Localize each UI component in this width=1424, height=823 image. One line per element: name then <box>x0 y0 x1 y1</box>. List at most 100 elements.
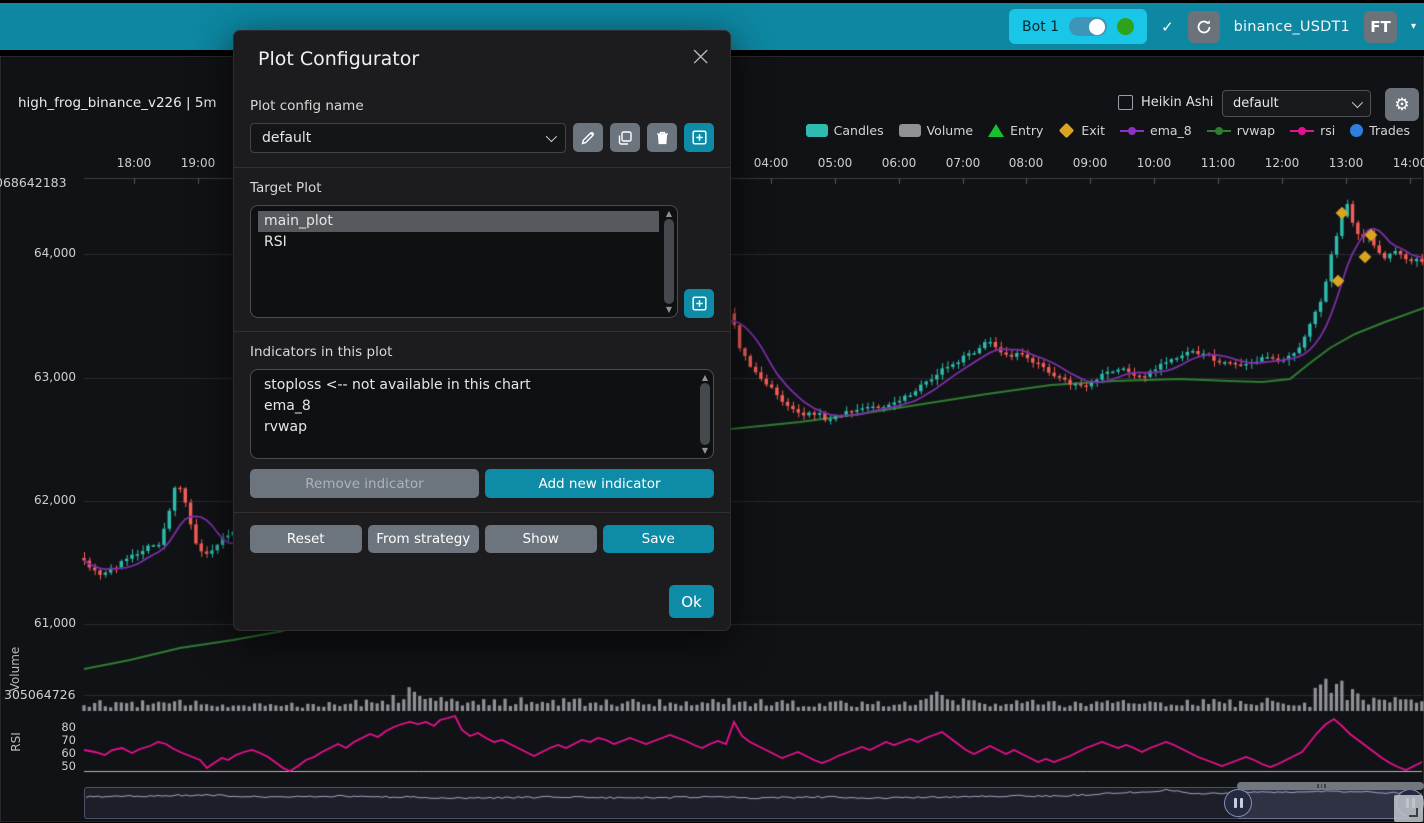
exit-diamond-icon <box>1059 123 1075 139</box>
candles-swatch-icon <box>806 124 828 137</box>
x-axis-label: 05:00 <box>810 156 860 170</box>
plot-config-select[interactable]: default <box>1222 90 1371 117</box>
legend-item-rvwap[interactable]: rvwap <box>1207 123 1275 138</box>
y-axis-label: 64,000 <box>0 246 76 260</box>
scrollbar-grip <box>1317 784 1326 788</box>
x-axis-label: 08:00 <box>1001 156 1051 170</box>
axis-corner-value: 068642183 <box>0 175 67 190</box>
list-item[interactable]: stoploss <-- not available in this chart <box>258 375 695 396</box>
rename-config-button[interactable] <box>573 123 603 152</box>
show-button[interactable]: Show <box>485 525 597 553</box>
x-axis-label: 14:00 <box>1385 156 1424 170</box>
legend-label: rvwap <box>1237 123 1275 138</box>
legend-item-volume[interactable]: Volume <box>899 123 974 138</box>
x-axis-label: 11:00 <box>1193 156 1243 170</box>
toggle-knob <box>1089 19 1105 35</box>
legend-item-exit[interactable]: Exit <box>1058 123 1105 138</box>
legend-item-trades[interactable]: Trades <box>1350 123 1410 138</box>
trash-icon <box>656 131 669 145</box>
ema_8-line-icon <box>1120 124 1144 137</box>
chevron-down-icon <box>546 131 557 142</box>
list-item[interactable]: ema_8 <box>258 396 695 417</box>
x-axis-label: 13:00 <box>1321 156 1371 170</box>
copy-icon <box>618 131 632 145</box>
duplicate-config-button[interactable] <box>610 123 640 152</box>
list-item[interactable]: main_plot <box>258 211 659 232</box>
bot-online-indicator <box>1117 18 1134 35</box>
add-config-button[interactable] <box>684 123 714 152</box>
app-root: Bot 1 ✓ binance_USDT1 FT ▾ high_frog_bin… <box>0 0 1424 823</box>
list-item[interactable]: RSI <box>258 232 659 253</box>
legend-label: Exit <box>1081 123 1105 138</box>
x-axis-label: 04:00 <box>746 156 796 170</box>
ok-button[interactable]: Ok <box>669 585 714 618</box>
reload-button[interactable] <box>1188 11 1220 43</box>
add-subplot-button[interactable] <box>684 289 714 318</box>
legend-label: Volume <box>927 123 974 138</box>
legend-item-entry[interactable]: Entry <box>988 123 1043 138</box>
plot-config-select-value: default <box>1233 96 1279 111</box>
x-axis-label: 19:00 <box>173 156 223 170</box>
plot-settings-button[interactable]: ⚙ <box>1385 88 1419 121</box>
ft-logo-button[interactable]: FT <box>1364 11 1397 43</box>
remove-indicator-button[interactable]: Remove indicator <box>250 469 479 498</box>
target-plot-listbox[interactable]: main_plotRSI ▲▼ <box>250 205 678 318</box>
target-plot-label: Target Plot <box>250 180 714 196</box>
legend-label: rsi <box>1320 123 1335 138</box>
save-button[interactable]: Save <box>603 525 715 553</box>
check-icon[interactable]: ✓ <box>1161 18 1174 36</box>
rvwap-line-icon <box>1207 124 1231 137</box>
rsi-line-icon <box>1290 124 1314 137</box>
chevron-down-icon <box>1352 96 1363 107</box>
bot-name-label: Bot 1 <box>1022 19 1059 35</box>
trades-circle-icon <box>1350 124 1363 137</box>
plus-square-icon <box>692 130 707 145</box>
plot-configurator-modal: Plot Configurator × Plot config name def… <box>233 30 731 631</box>
bot-toggle[interactable] <box>1069 17 1107 36</box>
y-axis-label: 63,000 <box>0 370 76 384</box>
reload-icon <box>1196 19 1212 35</box>
indicators-label: Indicators in this plot <box>250 344 714 360</box>
legend-label: ema_8 <box>1150 123 1192 138</box>
legend-item-rsi[interactable]: rsi <box>1290 123 1335 138</box>
x-axis-label: 10:00 <box>1129 156 1179 170</box>
horizontal-scrollbar[interactable] <box>1237 782 1424 790</box>
legend-item-candles[interactable]: Candles <box>806 123 884 138</box>
chevron-down-icon[interactable]: ▾ <box>1411 21 1416 32</box>
list-item[interactable]: rvwap <box>258 417 695 438</box>
rsi-axis-label: 80 <box>0 720 76 734</box>
legend-item-ema_8[interactable]: ema_8 <box>1120 123 1192 138</box>
datazoom-selected-window[interactable] <box>1238 787 1410 819</box>
legend-label: Trades <box>1369 123 1410 138</box>
chart-legend: Candles Volume Entry Exit ema_8 rvwap rsi Trade… <box>806 123 1410 138</box>
close-icon[interactable]: × <box>689 43 712 70</box>
rsi-axis-label: 50 <box>0 759 76 773</box>
datazoom-left-handle[interactable] <box>1224 789 1252 817</box>
x-axis-label: 18:00 <box>109 156 159 170</box>
listbox-scrollbar[interactable]: ▲▼ <box>699 372 711 456</box>
delete-config-button[interactable] <box>647 123 677 152</box>
config-name-select[interactable]: default <box>250 123 566 153</box>
volume-axis-value: 305064726 <box>4 687 76 702</box>
heikin-ashi-checkbox[interactable] <box>1118 95 1133 110</box>
reset-button[interactable]: Reset <box>250 525 362 553</box>
add-new-indicator-button[interactable]: Add new indicator <box>485 469 714 498</box>
heikin-ashi-label: Heikin Ashi <box>1141 95 1213 110</box>
bot-selector[interactable]: Bot 1 <box>1009 9 1147 44</box>
listbox-scrollbar[interactable]: ▲▼ <box>663 208 675 315</box>
datazoom-navigator[interactable] <box>84 787 1412 819</box>
rsi-axis-label: 70 <box>0 733 76 747</box>
gear-icon: ⚙ <box>1394 95 1409 115</box>
y-axis-label: 61,000 <box>0 616 76 630</box>
modal-title: Plot Configurator <box>258 48 706 70</box>
resize-handle[interactable] <box>1394 795 1423 822</box>
indicators-listbox[interactable]: stoploss <-- not available in this chart… <box>250 369 714 459</box>
chart-title: high_frog_binance_v226 | 5m <box>18 95 217 111</box>
legend-label: Entry <box>1010 123 1043 138</box>
y-axis-label: 62,000 <box>0 493 76 507</box>
config-name-label: Plot config name <box>250 98 714 114</box>
x-axis-label: 09:00 <box>1065 156 1115 170</box>
from-strategy-button[interactable]: From strategy <box>368 525 480 553</box>
rsi-axis-label: 60 <box>0 746 76 760</box>
pair-label: binance_USDT1 <box>1234 19 1350 35</box>
